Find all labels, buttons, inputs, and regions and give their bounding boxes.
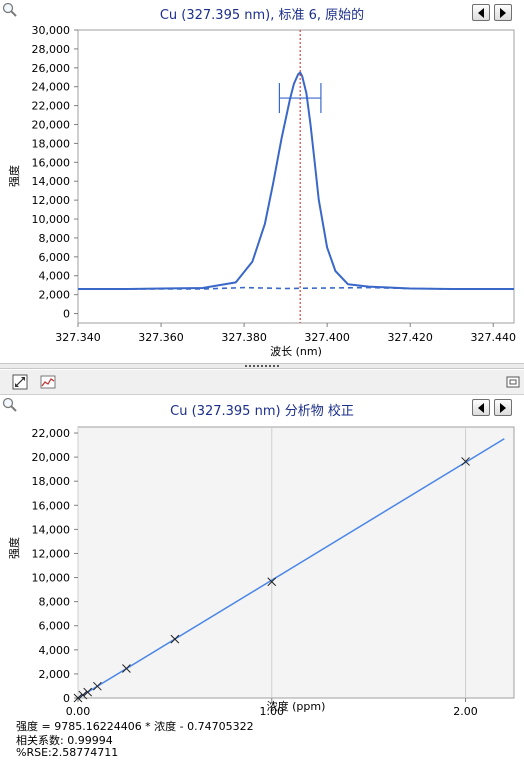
y-axis-label: 强度 — [7, 165, 21, 187]
calibration-panel: Cu (327.395 nm) 分析物 校正 0 2,000 4,000 6,000 8… — [0, 370, 524, 769]
x-tick-label: 327.420 — [387, 331, 433, 344]
spectrum-series-line — [78, 71, 514, 290]
x-tick-label: 0.00 — [66, 705, 91, 718]
y-tick-label: 22,000 — [32, 100, 71, 113]
triangle-left-icon — [478, 403, 484, 413]
x-axis-label: 波长 (nm) — [270, 345, 322, 358]
x-tick-label: 327.360 — [138, 331, 184, 344]
y-tick-label: 8,000 — [39, 232, 71, 245]
y-tick-label: 14,000 — [32, 175, 71, 188]
calibration-toolbar — [0, 370, 524, 395]
y-tick-label: 0 — [63, 308, 70, 321]
y-tick-label: 14,000 — [32, 523, 71, 536]
panel-splitter[interactable] — [0, 363, 524, 369]
previous-button[interactable] — [472, 399, 490, 416]
y-tick-label: 26,000 — [32, 62, 71, 75]
triangle-right-icon — [500, 403, 506, 413]
chart-icon[interactable] — [40, 374, 56, 390]
y-tick-label: 18,000 — [32, 137, 71, 150]
y-tick-label: 8,000 — [39, 596, 71, 609]
y-tick-label: 20,000 — [32, 119, 71, 132]
y-tick-label: 16,000 — [32, 499, 71, 512]
x-tick-label: 327.340 — [55, 331, 101, 344]
restore-window-icon[interactable] — [505, 374, 521, 390]
y-tick-label: 24,000 — [32, 81, 71, 94]
y-tick-label: 6,000 — [39, 620, 71, 633]
spectrum-panel: Cu (327.395 nm), 标准 6, 原始的 0 2,000 4,000 6,… — [0, 0, 524, 365]
y-tick-label: 10,000 — [32, 572, 71, 585]
y-tick-label: 2,000 — [39, 289, 71, 302]
y-tick-label: 2,000 — [39, 668, 71, 681]
y-tick-label: 18,000 — [32, 475, 71, 488]
y-tick-label: 20,000 — [32, 451, 71, 464]
y-tick-label: 10,000 — [32, 213, 71, 226]
y-tick-label: 4,000 — [39, 270, 71, 283]
x-tick-label: 327.400 — [304, 331, 350, 344]
fit-view-icon[interactable] — [12, 374, 28, 390]
x-tick-label: 327.380 — [221, 331, 267, 344]
y-axis-label: 强度 — [7, 537, 21, 559]
rse-value: %RSE:2.58774711 — [16, 746, 119, 759]
splitter-grip-icon — [245, 365, 279, 367]
x-axis-label: 浓度 (ppm) — [267, 699, 326, 713]
plot-area — [77, 426, 515, 699]
calibration-title: Cu (327.395 nm) 分析物 校正 — [170, 404, 354, 419]
y-tick-label: 0 — [63, 692, 70, 705]
x-tick-label: 327.440 — [470, 331, 516, 344]
y-tick-label: 30,000 — [32, 24, 71, 37]
y-tick-label: 4,000 — [39, 644, 71, 657]
x-tick-label: 2.00 — [453, 705, 478, 718]
next-button[interactable] — [494, 399, 512, 416]
y-tick-label: 22,000 — [32, 427, 71, 440]
calibration-chart[interactable]: 0 2,000 4,000 6,000 8,000 10,000 12,000 14,000 1… — [0, 420, 524, 765]
y-tick-label: 6,000 — [39, 251, 71, 264]
y-tick-label: 12,000 — [32, 194, 71, 207]
plot-area — [77, 29, 515, 324]
y-tick-label: 28,000 — [32, 43, 71, 56]
y-tick-label: 16,000 — [32, 156, 71, 169]
spectrum-chart[interactable]: 0 2,000 4,000 6,000 8,000 10,000 12,000 14,000 1… — [0, 0, 524, 365]
y-tick-label: 12,000 — [32, 547, 71, 560]
